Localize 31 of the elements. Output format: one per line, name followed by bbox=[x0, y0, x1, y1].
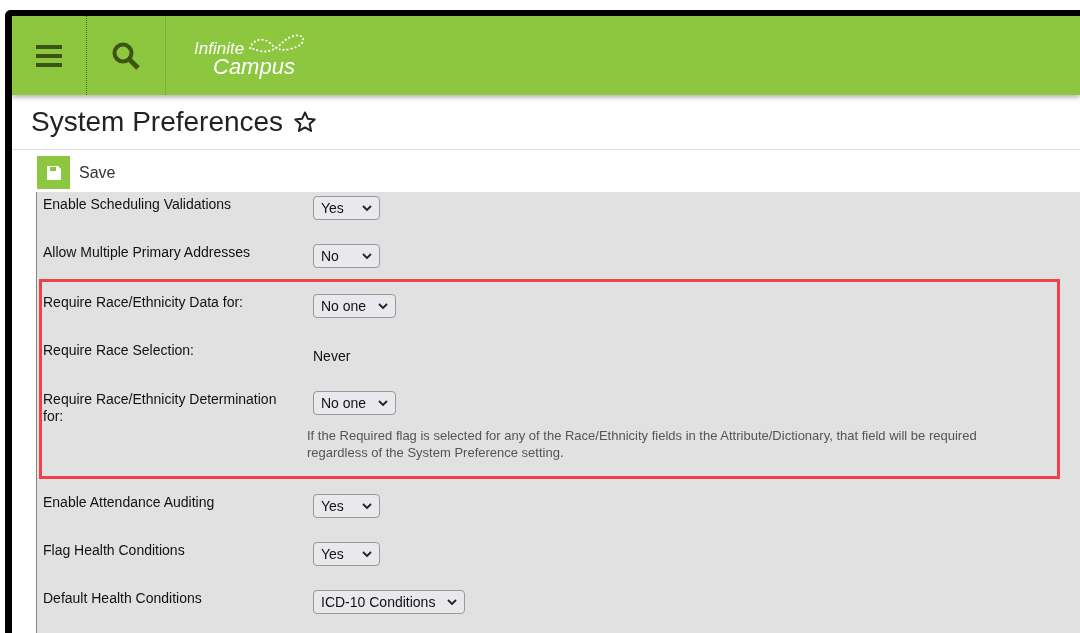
menu-icon bbox=[36, 44, 62, 67]
dropdown-select[interactable]: No one bbox=[313, 391, 397, 415]
dropdown-select[interactable]: Yes bbox=[313, 494, 380, 518]
page-title: System Preferences bbox=[31, 105, 284, 139]
caret-icon bbox=[378, 302, 389, 310]
dropdown-select[interactable]: Yes bbox=[313, 196, 380, 220]
setting-label: Enable Scheduling Validations bbox=[43, 196, 233, 213]
logo-text: Infinite bbox=[194, 40, 245, 57]
logo-text: Campus bbox=[213, 56, 296, 78]
setting-label: Default Health Conditions bbox=[43, 590, 203, 607]
setting-label: Allow Multiple Primary Addresses bbox=[43, 244, 251, 261]
setting-label: Flag Health Conditions bbox=[43, 542, 186, 559]
caret-icon bbox=[362, 502, 372, 510]
search-icon bbox=[111, 40, 141, 71]
setting-label: Enable Attendance Auditing bbox=[43, 494, 216, 511]
setting-value: Never bbox=[313, 347, 352, 366]
caret-icon bbox=[447, 598, 458, 606]
caret-icon bbox=[362, 204, 372, 212]
setting-label: Require Race/Ethnicity Data for: bbox=[43, 294, 244, 311]
help-note: If the Required flag is selected for any of the Race/Ethnicity fields in the Attribute/Dictionary, that field will be required regardless of the System Preference setting. bbox=[307, 427, 978, 461]
caret-icon bbox=[362, 550, 372, 558]
setting-label: Require Race Selection: bbox=[43, 342, 195, 359]
dropdown-select[interactable]: ICD-10 Conditions bbox=[313, 590, 466, 614]
setting-label: Require Race/Ethnicity Determination for: bbox=[43, 391, 278, 425]
save-button[interactable]: Save bbox=[37, 156, 116, 189]
dropdown-select[interactable]: No one bbox=[313, 294, 397, 318]
star-icon[interactable] bbox=[293, 110, 318, 134]
caret-icon bbox=[378, 399, 389, 407]
dropdown-select[interactable]: Yes bbox=[313, 542, 380, 566]
caret-icon bbox=[362, 252, 372, 260]
dropdown-select[interactable]: No bbox=[313, 244, 380, 268]
